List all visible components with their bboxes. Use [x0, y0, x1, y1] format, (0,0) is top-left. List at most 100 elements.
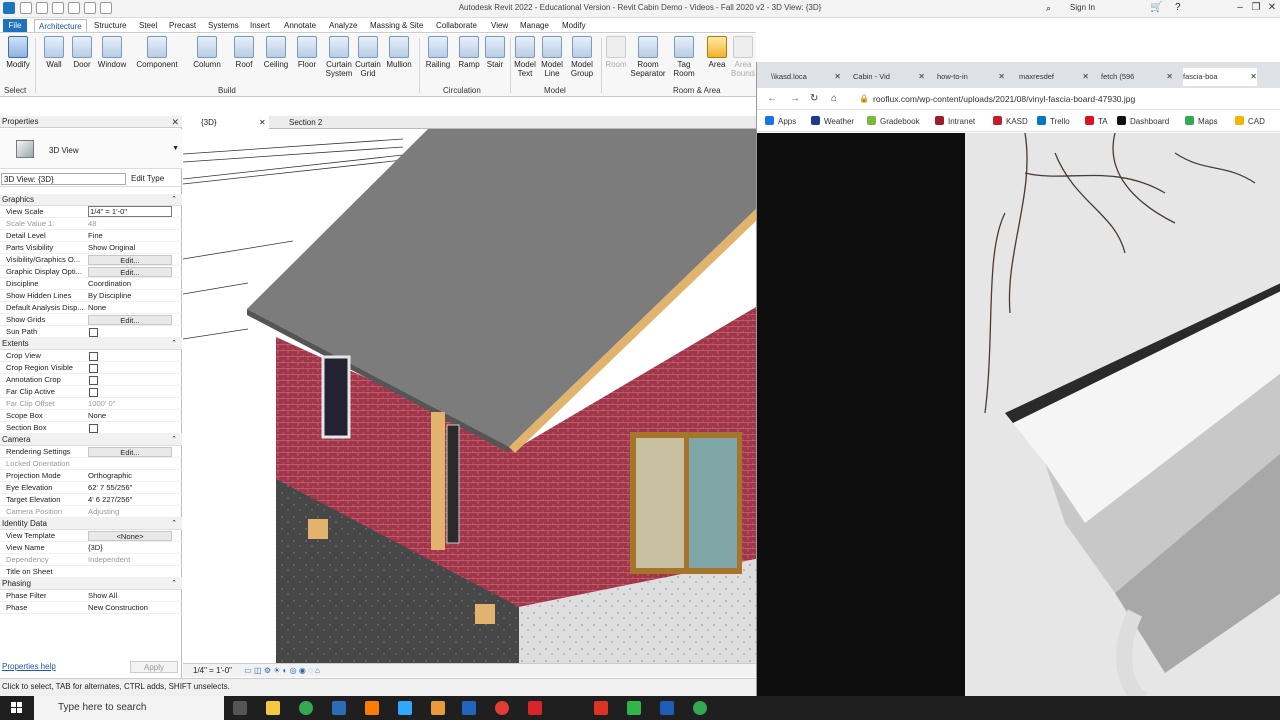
bookmark-cad[interactable]: CAD	[1235, 116, 1265, 126]
property-value[interactable]: Coordination	[88, 278, 172, 290]
collapse-icon[interactable]: ⌃	[171, 518, 177, 530]
curtain-system-tool[interactable]: Curtain System	[322, 36, 356, 78]
chrome-icon[interactable]	[693, 701, 707, 715]
select-panel-label[interactable]: Select	[4, 86, 26, 95]
tab-systems[interactable]: Systems	[204, 19, 243, 32]
revit-icon[interactable]	[462, 701, 476, 715]
window-tool[interactable]: Window	[96, 36, 128, 69]
tab-massing-site[interactable]: Massing & Site	[366, 19, 427, 32]
home-icon[interactable]: ⌂	[831, 93, 837, 104]
close-icon[interactable]: ✕	[1082, 68, 1089, 86]
column-tool[interactable]: Column	[190, 36, 224, 69]
property-value[interactable]: Show Original	[88, 242, 172, 254]
browser-tab[interactable]: maxresdef ✕	[1019, 68, 1089, 86]
edit-button[interactable]: Edit...	[88, 447, 172, 457]
ramp-tool[interactable]: Ramp	[456, 36, 482, 69]
app-icon[interactable]	[431, 701, 445, 715]
bookmark-ta[interactable]: TA	[1085, 116, 1108, 126]
property-group-header[interactable]: Extents ⌃	[0, 338, 182, 350]
apply-button[interactable]: Apply	[130, 661, 178, 673]
ceiling-tool[interactable]: Ceiling	[260, 36, 292, 69]
bookmark-kasd[interactable]: KASD	[993, 116, 1028, 126]
close-icon[interactable]: ✕	[998, 68, 1005, 86]
property-value[interactable]: None	[88, 302, 172, 314]
railing-tool[interactable]: Railing	[423, 36, 453, 69]
edit-button[interactable]: <None>	[88, 531, 172, 541]
close-icon[interactable]: ✕	[1250, 68, 1257, 86]
checkbox[interactable]	[89, 388, 98, 397]
url-input[interactable]: rooflux.com/wp-content/uploads/2021/08/v…	[873, 94, 1135, 104]
browser-tab[interactable]: \\kasd.loca ✕	[771, 68, 841, 86]
tab-structure[interactable]: Structure	[90, 19, 130, 32]
property-value[interactable]: By Discipline	[88, 290, 172, 302]
property-input[interactable]: 1/4" = 1'-0"	[88, 206, 172, 217]
cart-icon[interactable]: 🛒	[1150, 2, 1162, 13]
component-tool[interactable]: Component	[133, 36, 181, 69]
model-group-tool[interactable]: Model Group	[567, 36, 597, 78]
property-value[interactable]: Orthographic	[88, 470, 172, 482]
bookmark-dashboard[interactable]: Dashboard	[1117, 116, 1169, 126]
area-tool[interactable]: Area	[704, 36, 730, 69]
collapse-icon[interactable]: ⌃	[171, 434, 177, 446]
sign-in-link[interactable]: Sign In	[1070, 3, 1095, 12]
3d-view-canvas[interactable]	[183, 129, 756, 663]
app-icon[interactable]	[528, 701, 542, 715]
tab-precast[interactable]: Precast	[165, 19, 200, 32]
tab-insert[interactable]: Insert	[246, 19, 274, 32]
close-icon[interactable]: ✕	[834, 68, 841, 86]
view-scale-control[interactable]: 1/4" = 1'-0"	[193, 666, 232, 675]
start-button[interactable]	[0, 696, 34, 720]
property-value[interactable]: New Construction	[88, 602, 172, 614]
checkbox[interactable]	[89, 424, 98, 433]
modify-tool[interactable]: Modify	[4, 36, 32, 69]
bookmark-trello[interactable]: Trello	[1037, 116, 1070, 126]
checkbox[interactable]	[89, 328, 98, 337]
chevron-down-icon[interactable]: ▼	[172, 145, 179, 152]
edit-button[interactable]: Edit...	[88, 315, 172, 325]
minimize-button[interactable]: –	[1232, 2, 1248, 13]
checkbox[interactable]	[89, 376, 98, 385]
property-group-header[interactable]: Identity Data ⌃	[0, 518, 182, 530]
floor-tool[interactable]: Floor	[294, 36, 320, 69]
view-instance-dropdown[interactable]: 3D View: {3D}	[1, 173, 126, 185]
app-icon[interactable]	[627, 701, 641, 715]
property-value[interactable]: Show All	[88, 590, 172, 602]
collapse-icon[interactable]: ⌃	[171, 194, 177, 206]
restore-button[interactable]: ❐	[1248, 2, 1264, 13]
wall-tool[interactable]: Wall	[40, 36, 68, 69]
bookmark-maps[interactable]: Maps	[1185, 116, 1218, 126]
recorder-icon[interactable]	[495, 701, 509, 715]
photoshop-icon[interactable]	[398, 701, 412, 715]
tab-collaborate[interactable]: Collaborate	[432, 19, 481, 32]
tag-room-tool[interactable]: Tag Room	[669, 36, 699, 78]
property-value[interactable]: 62' 7 55/256"	[88, 482, 172, 494]
help-icon[interactable]: ?	[1175, 2, 1181, 13]
bookmark-intranet[interactable]: Intranet	[935, 116, 975, 126]
task-view-icon[interactable]	[233, 701, 247, 715]
tab-manage[interactable]: Manage	[516, 19, 553, 32]
reload-icon[interactable]: ↻	[810, 93, 818, 104]
mullion-tool[interactable]: Mullion	[383, 36, 415, 69]
property-group-header[interactable]: Camera ⌃	[0, 434, 182, 446]
property-value[interactable]: {3D}	[88, 542, 172, 554]
close-button[interactable]: ✕	[1264, 2, 1280, 13]
property-value[interactable]: None	[88, 410, 172, 422]
tab-view[interactable]: View	[487, 19, 512, 32]
file-explorer-icon[interactable]	[266, 701, 280, 715]
bookmark-gradebook[interactable]: Gradebook	[867, 116, 920, 126]
room-separator-tool[interactable]: Room Separator	[630, 36, 666, 78]
tab-file[interactable]: File	[3, 19, 27, 32]
type-selector[interactable]: 3D View ▼	[0, 129, 182, 169]
property-group-header[interactable]: Graphics ⌃	[0, 194, 182, 206]
tab-architecture[interactable]: Architecture	[34, 19, 87, 32]
tab-annotate[interactable]: Annotate	[280, 19, 320, 32]
word-icon[interactable]	[660, 701, 674, 715]
roof-tool[interactable]: Roof	[230, 36, 258, 69]
search-icon[interactable]: ⌕	[1046, 3, 1051, 14]
door-tool[interactable]: Door	[69, 36, 95, 69]
chrome-icon[interactable]	[299, 701, 313, 715]
model-text-tool[interactable]: Model Text	[512, 36, 538, 78]
close-icon[interactable]: ✕	[259, 116, 266, 129]
browser-tab[interactable]: how-to-in ✕	[937, 68, 1005, 86]
properties-help-link[interactable]: Properties help	[2, 662, 56, 671]
